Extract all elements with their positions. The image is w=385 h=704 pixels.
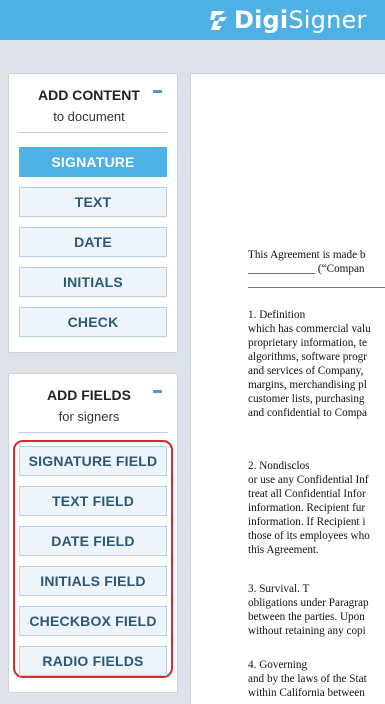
document-line: without retaining any copi xyxy=(248,625,366,637)
document-line: 2. Nondisclos xyxy=(248,460,310,472)
document-line: and confidential to Compa xyxy=(248,407,367,419)
signature-field-button[interactable]: SIGNATURE FIELD xyxy=(19,446,167,476)
initials-button[interactable]: INITIALS xyxy=(19,267,167,297)
document-line: information. Recipient fur xyxy=(248,502,366,514)
document-line: treat all Confidential Infor xyxy=(248,488,366,500)
document-line: which has commercial valu xyxy=(248,323,371,335)
document-line: this Agreement. xyxy=(248,544,319,556)
document-line: 1. Definition xyxy=(248,309,306,321)
divider xyxy=(18,432,168,433)
brand-name: DigiSigner xyxy=(234,6,367,34)
brand-logo[interactable]: DigiSigner xyxy=(206,4,367,36)
document-line: customer lists, purchasing xyxy=(248,393,365,405)
document-line: or use any Confidential Inf xyxy=(248,474,369,486)
divider xyxy=(18,132,168,133)
document-line: between the parties. Upon xyxy=(248,611,365,623)
document-line: This Agreement is made b xyxy=(248,249,366,261)
digisigner-pen-icon xyxy=(210,11,227,30)
document-page[interactable]: This Agreement is made b ____________ (“… xyxy=(190,73,385,704)
add-content-panel: ADD CONTENT to document SIGNATURE TEXT D… xyxy=(8,73,178,353)
minus-icon[interactable] xyxy=(153,383,163,397)
document-line: information. If Recipient i xyxy=(248,516,366,528)
text-button[interactable]: TEXT xyxy=(19,187,167,217)
document-line: within California between xyxy=(248,687,365,699)
signature-button[interactable]: SIGNATURE xyxy=(19,147,167,177)
document-line: margins, merchandising pl xyxy=(248,379,367,391)
panel-title: ADD FIELDS xyxy=(47,387,131,403)
panel-header: ADD FIELDS for signers xyxy=(9,374,177,433)
document-line: ____________________________ xyxy=(248,277,385,289)
text-field-button[interactable]: TEXT FIELD xyxy=(19,486,167,516)
radio-fields-button[interactable]: RADIO FIELDS xyxy=(19,646,167,676)
add-fields-panel: ADD FIELDS for signers SIGNATURE FIELD T… xyxy=(8,373,178,693)
document-line: obligations under Paragrap xyxy=(248,597,369,609)
document-line: and by the laws of the Stat xyxy=(248,673,367,685)
document-line: algorithms, software progr xyxy=(248,351,367,363)
checkbox-field-button[interactable]: CHECKBOX FIELD xyxy=(19,606,167,636)
date-button[interactable]: DATE xyxy=(19,227,167,257)
initials-field-button[interactable]: INITIALS FIELD xyxy=(19,566,167,596)
check-button[interactable]: CHECK xyxy=(19,307,167,337)
document-line: 3. Survival. T xyxy=(248,583,310,595)
document-line: those of its employees who xyxy=(248,530,370,542)
document-line: and services of Company, xyxy=(248,365,364,377)
minus-icon[interactable] xyxy=(153,83,163,97)
document-line: proprietary information, te xyxy=(248,337,367,349)
document-line: 4. Governing xyxy=(248,659,308,671)
panel-subtitle: to document xyxy=(53,109,125,124)
top-bar: DigiSigner xyxy=(0,0,385,40)
panel-title: ADD CONTENT xyxy=(38,87,140,103)
panel-header: ADD CONTENT to document xyxy=(9,74,177,133)
date-field-button[interactable]: DATE FIELD xyxy=(19,526,167,556)
panel-subtitle: for signers xyxy=(58,409,120,424)
document-line: ____________ (“Compan xyxy=(248,263,365,275)
